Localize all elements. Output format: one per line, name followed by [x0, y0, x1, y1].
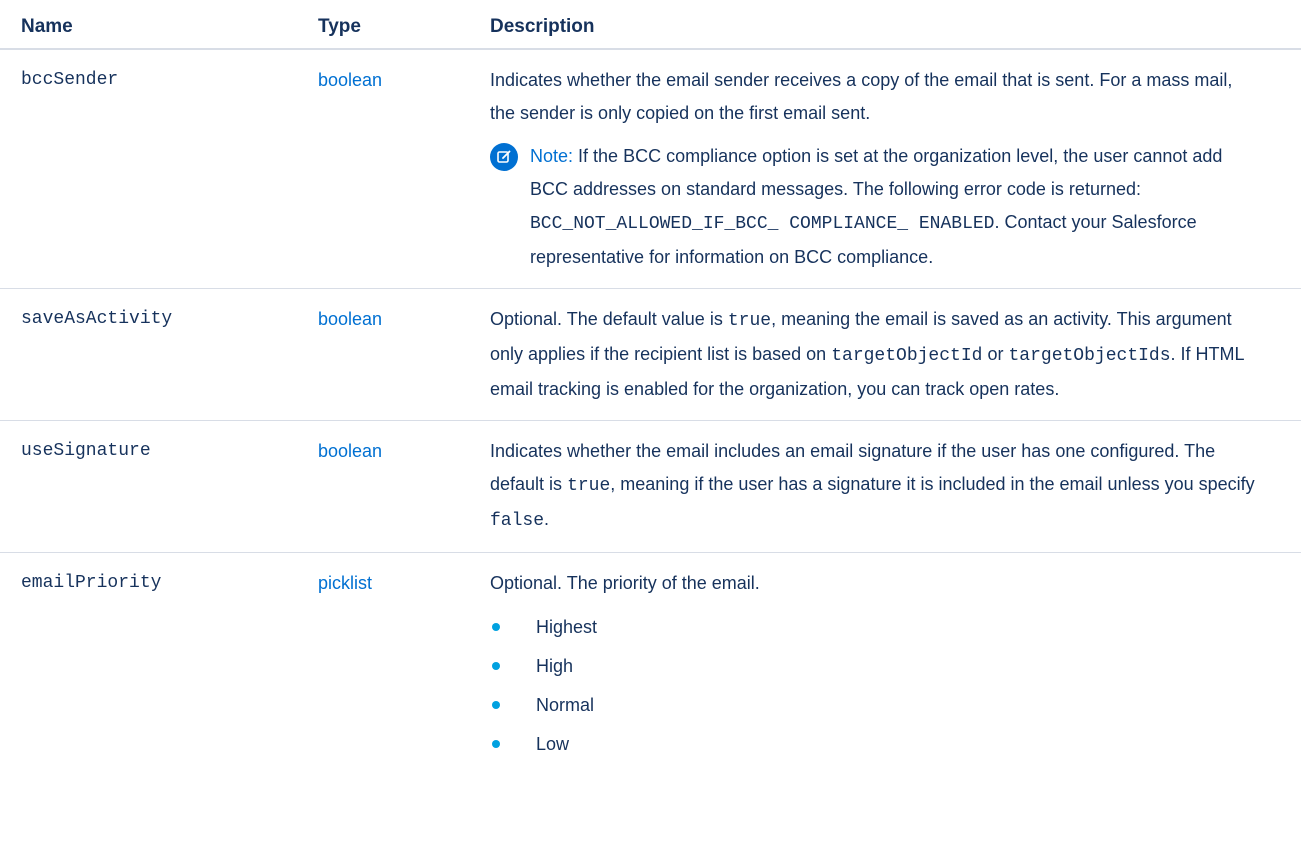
- description-text: Optional. The priority of the email.: [490, 573, 760, 593]
- code-value: targetObjectId: [831, 346, 983, 366]
- field-name: saveAsActivity: [0, 288, 318, 421]
- code-value: true: [727, 311, 772, 331]
- field-description: Indicates whether the email includes an …: [490, 420, 1301, 553]
- header-type: Type: [318, 0, 490, 50]
- field-type-cell: picklist: [318, 553, 490, 779]
- priority-options-list: Highest High Normal Low: [490, 608, 1261, 764]
- field-type-link[interactable]: boolean: [318, 70, 382, 90]
- field-name: emailPriority: [21, 573, 162, 593]
- field-type-link[interactable]: boolean: [318, 441, 382, 461]
- email-fields-table: Name Type Description bccSender boolean …: [0, 0, 1301, 778]
- description-text: or: [987, 344, 1004, 364]
- field-description: Optional. The priority of the email. Hig…: [490, 553, 1301, 779]
- field-type-link[interactable]: picklist: [318, 573, 372, 593]
- code-value: targetObjectIds: [1008, 346, 1171, 366]
- note-box: Note: If the BCC compliance option is se…: [490, 140, 1261, 274]
- field-name: bccSender: [0, 49, 318, 289]
- table-row: saveAsActivity boolean Optional. The def…: [0, 288, 1301, 421]
- table-body: bccSender boolean Indicates whether the …: [0, 49, 1301, 778]
- field-type-cell: boolean: [318, 49, 490, 289]
- description-text: Optional. The default value is: [490, 309, 723, 329]
- field-description: Optional. The default value is true, mea…: [490, 288, 1301, 421]
- note-label: Note:: [530, 146, 574, 166]
- table-header: Name Type Description: [0, 0, 1301, 50]
- list-item: Highest: [490, 608, 1261, 647]
- edit-note-icon: [490, 143, 518, 171]
- code-value: false: [490, 511, 545, 531]
- table-row: useSignature boolean Indicates whether t…: [0, 420, 1301, 553]
- table-row: bccSender boolean Indicates whether the …: [0, 49, 1301, 289]
- reference-page: Name Type Description bccSender boolean …: [0, 0, 1301, 860]
- field-description: Indicates whether the email sender recei…: [490, 49, 1301, 289]
- header-row: Name Type Description: [0, 0, 1301, 50]
- table-row: emailPriority picklist Optional. The pri…: [0, 553, 1301, 779]
- list-item: Normal: [490, 686, 1261, 725]
- note-body-1: If the BCC compliance option is set at t…: [530, 146, 1223, 199]
- field-type-cell: boolean: [318, 420, 490, 553]
- description-text: , meaning if the user has a signature it…: [610, 474, 1255, 494]
- header-description: Description: [490, 0, 1301, 50]
- description-text: .: [544, 509, 550, 529]
- note-text: Note: If the BCC compliance option is se…: [530, 140, 1261, 274]
- field-type-link[interactable]: boolean: [318, 309, 382, 329]
- description-text: Indicates whether the email sender recei…: [490, 70, 1233, 123]
- field-type-cell: boolean: [318, 288, 490, 421]
- list-item: High: [490, 647, 1261, 686]
- field-name: useSignature: [0, 420, 318, 553]
- list-item: Low: [490, 725, 1261, 764]
- code-value: true: [567, 476, 611, 496]
- note-error-code: BCC_NOT_ALLOWED_IF_BCC_ COMPLIANCE_ ENAB…: [530, 214, 995, 234]
- header-name: Name: [0, 0, 318, 50]
